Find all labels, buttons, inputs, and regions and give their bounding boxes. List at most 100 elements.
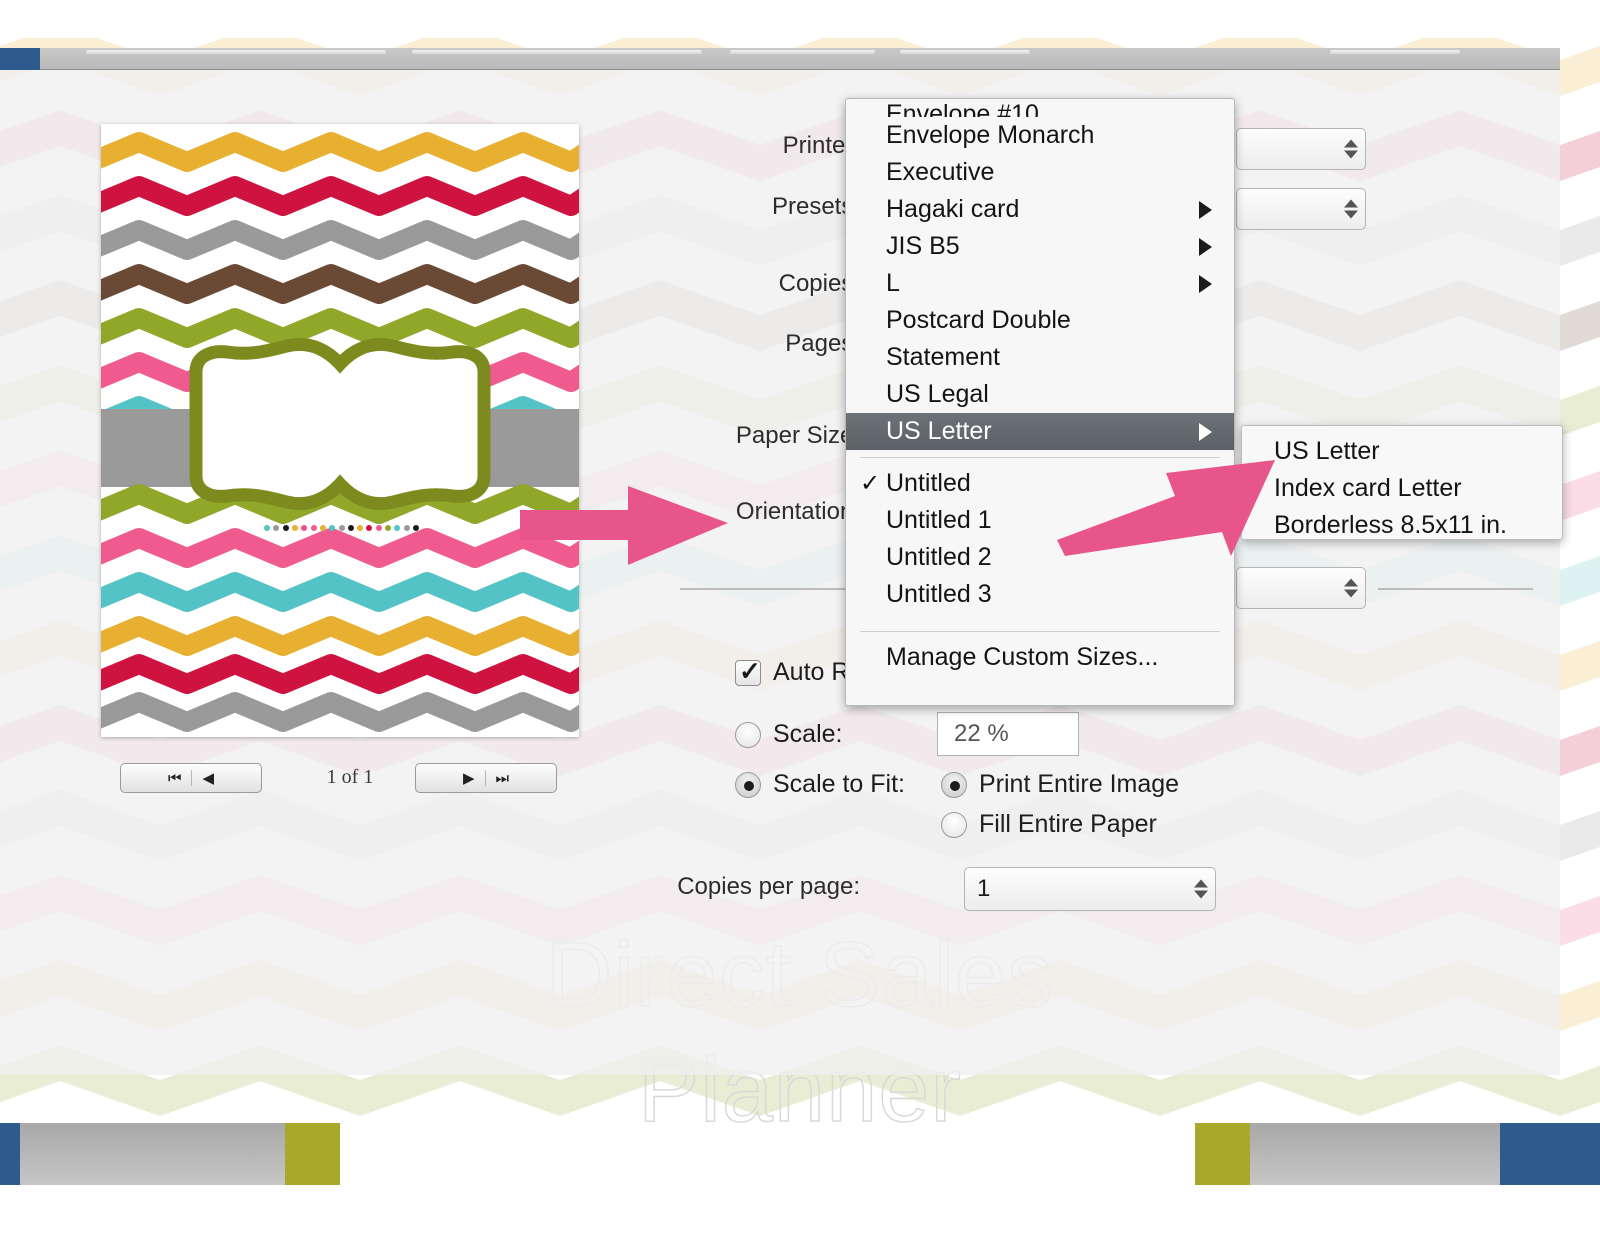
menu-item-statement[interactable]: Statement	[846, 339, 1234, 376]
pages-label: Pages:	[785, 330, 860, 357]
presets-stepper-icon[interactable]	[1344, 199, 1358, 219]
menu-item-hagaki-card[interactable]: Hagaki card	[846, 191, 1234, 228]
scale-value-input[interactable]: 22 %	[937, 712, 1079, 756]
copies-per-page-label: Copies per page:	[677, 873, 860, 900]
submenu-item-borderless-8-5x11-in-[interactable]: Borderless 8.5x11 in.	[1242, 507, 1562, 544]
submenu-arrow-icon	[1199, 237, 1212, 256]
menu-item-untitled-2[interactable]: Untitled 2	[846, 539, 1234, 576]
preview-dot	[413, 525, 419, 531]
scale-row[interactable]: Scale:	[735, 720, 842, 749]
preview-dot	[273, 525, 280, 531]
section-divider-left	[680, 588, 860, 590]
preview-dot	[319, 525, 326, 531]
paper-size-label: Paper Size:	[735, 422, 860, 449]
page-next-last-group[interactable]: ▶ ⏭	[415, 763, 557, 793]
preview-dot	[385, 525, 392, 531]
preview-dot	[347, 525, 354, 531]
menu-item-executive[interactable]: Executive	[846, 154, 1234, 191]
menu-item-label: Untitled 2	[886, 543, 992, 571]
menu-item-us-letter[interactable]: US Letter	[846, 413, 1234, 450]
page-navigation: ⏮ ◀ 1 of 1 ▶ ⏭	[120, 763, 560, 797]
pager-divider	[191, 770, 193, 786]
menu-item-jis-b5[interactable]: JIS B5	[846, 228, 1234, 265]
scale-label: Scale:	[773, 720, 843, 748]
host-toolbar	[40, 48, 1560, 70]
copies-per-page-stepper-icon[interactable]	[1194, 879, 1208, 899]
print-preview	[101, 124, 579, 737]
presets-select[interactable]	[1236, 188, 1366, 230]
printer-stepper-icon[interactable]	[1344, 139, 1358, 159]
menu-item-label: Executive	[886, 158, 995, 186]
menu-item-label: Statement	[886, 343, 1000, 371]
print-entire-image-label: Print Entire Image	[979, 770, 1180, 798]
preview-dot-row	[264, 524, 419, 532]
page-count-label: 1 of 1	[326, 766, 374, 788]
menu-item-envelope-monarch[interactable]: Envelope Monarch	[846, 117, 1234, 154]
menu-item-label: L	[886, 269, 900, 297]
preview-dot	[282, 525, 289, 531]
menu-item-untitled-1[interactable]: Untitled 1	[846, 502, 1234, 539]
menu-separator-1	[860, 457, 1220, 458]
menu-item-label: Untitled	[886, 469, 971, 497]
page-first-prev-group[interactable]: ⏮ ◀	[120, 763, 262, 793]
presets-label: Presets:	[771, 193, 860, 220]
orientation-extra-select[interactable]	[1236, 567, 1366, 609]
menu-item-label: Untitled 3	[886, 580, 992, 608]
next-page-icon[interactable]: ▶	[463, 769, 475, 787]
fill-entire-paper-label: Fill Entire Paper	[979, 810, 1157, 838]
preview-dot	[338, 525, 345, 531]
printer-select[interactable]	[1236, 128, 1366, 170]
menu-item-label: JIS B5	[886, 232, 960, 260]
preview-artwork	[101, 132, 579, 732]
preview-dot	[375, 525, 382, 531]
preview-dot	[291, 525, 298, 531]
host-window-tab	[0, 48, 42, 70]
us-letter-submenu[interactable]: US Letter Index card Letter Borderless 8.5…	[1241, 425, 1563, 540]
scale-to-fit-row[interactable]: Scale to Fit:	[735, 770, 905, 799]
pager-divider-2	[484, 770, 486, 786]
checkmark-icon: ✓	[860, 470, 881, 497]
submenu-arrow-icon	[1199, 274, 1212, 293]
auto-rotate-checkbox[interactable]	[735, 656, 761, 687]
printer-label: Printer:	[782, 132, 860, 159]
manage-custom-sizes-label: Manage Custom Sizes...	[886, 643, 1159, 671]
menu-item-untitled[interactable]: ✓ Untitled	[846, 465, 1234, 502]
menu-item-label: Envelope Monarch	[886, 121, 1095, 149]
print-dialog: ⏮ ◀ 1 of 1 ▶ ⏭ Printer: Presets: Copies:…	[0, 70, 1563, 1235]
screenshot-root: Direct Sales Planner	[0, 0, 1600, 1237]
print-entire-image-radio[interactable]	[941, 771, 967, 798]
print-entire-image-row[interactable]: Print Entire Image	[941, 770, 1179, 799]
orientation-label: Orientation:	[735, 498, 860, 525]
preview-dot	[301, 525, 308, 531]
menu-item-postcard-double[interactable]: Postcard Double	[846, 302, 1234, 339]
menu-item-envelope-10[interactable]: Envelope #10	[846, 99, 1234, 117]
menu-item-label: Envelope #10	[886, 100, 1039, 117]
menu-item-us-legal[interactable]: US Legal	[846, 376, 1234, 413]
first-page-icon[interactable]: ⏮	[168, 770, 182, 787]
menu-item-l[interactable]: L	[846, 265, 1234, 302]
fill-entire-paper-radio[interactable]	[941, 811, 967, 838]
preview-dot	[329, 525, 336, 531]
scale-to-fit-radio[interactable]	[735, 771, 761, 798]
menu-separator-2	[860, 631, 1220, 632]
section-divider-right	[1378, 588, 1533, 590]
preview-dot	[403, 525, 410, 531]
submenu-item-us-letter[interactable]: US Letter	[1242, 433, 1562, 470]
menu-item-untitled-3[interactable]: Untitled 3	[846, 576, 1234, 613]
preview-dot	[310, 525, 317, 531]
last-page-icon[interactable]: ⏭	[496, 770, 510, 787]
scale-radio[interactable]	[735, 721, 761, 748]
previous-page-icon[interactable]: ◀	[202, 769, 214, 787]
submenu-item-index-card-letter[interactable]: Index card Letter	[1242, 470, 1562, 507]
fill-entire-paper-row[interactable]: Fill Entire Paper	[941, 810, 1157, 839]
copies-per-page-select[interactable]: 1	[964, 867, 1216, 911]
preview-dot	[357, 525, 364, 531]
paper-size-menu-items: Envelope #10 Envelope Monarch Executive Hag…	[846, 99, 1234, 450]
menu-item-label: US Legal	[886, 380, 989, 408]
orientation-stepper-icon[interactable]	[1344, 578, 1358, 598]
manage-custom-sizes-item[interactable]: Manage Custom Sizes...	[846, 639, 1234, 676]
us-letter-submenu-items: US Letter Index card Letter Borderless 8.5…	[1242, 433, 1562, 544]
paper-size-menu[interactable]: Envelope #10 Envelope Monarch Executive Hag…	[845, 98, 1235, 706]
menu-item-label: Untitled 1	[886, 506, 992, 534]
preview-dot	[366, 525, 373, 531]
